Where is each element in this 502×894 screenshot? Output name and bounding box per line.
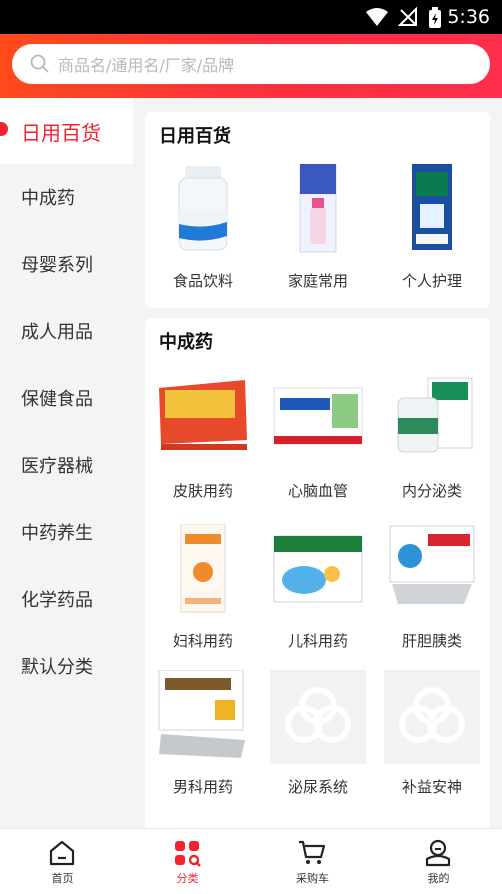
product-category-item[interactable]: 泌尿系统 — [269, 670, 367, 797]
product-category-label: 儿科用药 — [287, 632, 348, 650]
product-category-item[interactable]: 个人护理 — [383, 164, 481, 291]
search-placeholder: 商品名/通用名/厂家/品牌 — [58, 56, 235, 75]
active-indicator — [0, 122, 8, 136]
product-category-label: 男科用药 — [172, 778, 233, 796]
product-category-label: 食品饮料 — [172, 272, 233, 290]
product-category-label: 内分泌类 — [401, 482, 462, 500]
tablet-box-image — [384, 524, 480, 618]
search-bar[interactable]: 商品名/通用名/厂家/品牌 — [12, 44, 490, 84]
box-product-image — [384, 164, 480, 258]
tab-cart[interactable]: 采购车 — [250, 829, 375, 894]
product-category-item[interactable]: 内分泌类 — [383, 374, 481, 501]
tab-home[interactable]: 首页 — [0, 829, 125, 894]
sidebar-item-health-food[interactable]: 保健食品 — [0, 365, 133, 431]
section-chinese-patent-medicine: 中成药 皮肤用药 心脑血管 内分泌类 妇科用药 儿科用药 肝胆胰类 男科用药 泌… — [145, 318, 490, 838]
product-category-label: 补益安神 — [401, 778, 462, 796]
sidebar-item-mother-baby[interactable]: 母婴系列 — [0, 231, 133, 297]
sidebar-item-label: 中成药 — [21, 188, 75, 209]
sidebar-item-label: 化学药品 — [21, 590, 93, 611]
category-icon — [175, 841, 201, 867]
tab-label: 分类 — [176, 872, 199, 885]
bottle-and-box-image — [384, 374, 480, 468]
status-time: 5:36 — [447, 6, 490, 28]
sidebar-item-label: 母婴系列 — [21, 255, 93, 276]
tab-label: 我的 — [427, 872, 450, 885]
product-category-item[interactable]: 肝胆胰类 — [383, 524, 481, 651]
sidebar-item-medical-devices[interactable]: 医疗器械 — [0, 432, 133, 498]
product-category-label: 妇科用药 — [172, 632, 233, 650]
product-category-item[interactable]: 男科用药 — [154, 669, 252, 797]
product-category-item[interactable]: 心脑血管 — [269, 374, 367, 501]
battery-charging-icon — [429, 7, 441, 28]
tab-label: 采购车 — [296, 872, 329, 885]
product-category-item[interactable]: 儿科用药 — [269, 524, 367, 651]
placeholder-image — [270, 670, 366, 764]
search-icon — [30, 54, 49, 73]
sidebar-item-label: 医疗器械 — [21, 456, 93, 477]
sidebar-item-label: 中药养生 — [21, 523, 93, 544]
sidebar-item-label: 成人用品 — [21, 322, 93, 343]
capsule-box-image — [270, 374, 366, 468]
tab-label: 首页 — [51, 872, 74, 885]
profile-icon — [425, 839, 451, 867]
tab-profile[interactable]: 我的 — [376, 829, 501, 894]
sidebar-item-chinese-patent-medicine[interactable]: 中成药 — [0, 164, 133, 230]
bottle-product-image — [155, 164, 251, 258]
product-category-item[interactable]: 家庭常用 — [269, 163, 367, 291]
product-category-item[interactable]: 妇科用药 — [154, 523, 252, 651]
cart-icon — [299, 840, 326, 864]
kids-medicine-box-image — [270, 524, 366, 618]
sidebar-item-daily-goods[interactable]: 日用百货 — [0, 98, 133, 164]
capsule-pack-image — [155, 669, 251, 764]
sidebar-item-adult-products[interactable]: 成人用品 — [0, 298, 133, 364]
product-category-item[interactable]: 皮肤用药 — [154, 374, 252, 501]
product-category-label: 心脑血管 — [287, 482, 348, 500]
product-category-label: 肝胆胰类 — [401, 632, 462, 650]
ointment-box-image — [155, 374, 251, 468]
no-signal-icon — [398, 7, 417, 26]
product-category-label: 泌尿系统 — [287, 778, 348, 796]
product-category-label: 家庭常用 — [287, 272, 348, 290]
placeholder-image — [384, 670, 480, 764]
sachet-product-image — [155, 523, 251, 618]
sidebar-item-chemical-drugs[interactable]: 化学药品 — [0, 566, 133, 632]
header: 5:36 商品名/通用名/厂家/品牌 — [0, 0, 502, 98]
home-icon — [49, 840, 75, 866]
tab-category[interactable]: 分类 — [125, 829, 250, 894]
product-category-item[interactable]: 补益安神 — [383, 670, 481, 797]
bottom-tab-bar: 首页 分类 采购车 我的 — [0, 828, 502, 894]
sidebar-item-label: 默认分类 — [21, 657, 93, 678]
product-category-label: 个人护理 — [401, 272, 462, 290]
sidebar-item-label: 日用百货 — [21, 120, 101, 145]
section-title: 中成药 — [159, 332, 213, 353]
section-daily-goods: 日用百货 食品饮料 家庭常用 个人护理 — [145, 112, 490, 308]
sidebar-item-tcm-wellness[interactable]: 中药养生 — [0, 499, 133, 565]
sidebar-item-label: 保健食品 — [21, 389, 93, 410]
product-category-label: 皮肤用药 — [172, 482, 233, 500]
product-category-item[interactable]: 食品饮料 — [154, 164, 252, 291]
section-title: 日用百货 — [159, 126, 231, 147]
status-bar: 5:36 — [0, 0, 502, 34]
category-sidebar: 日用百货 中成药 母婴系列 成人用品 保健食品 医疗器械 中药养生 化学药品 默… — [0, 98, 133, 828]
wifi-icon — [366, 8, 388, 26]
sidebar-item-default[interactable]: 默认分类 — [0, 633, 133, 699]
spray-product-image — [270, 163, 366, 258]
